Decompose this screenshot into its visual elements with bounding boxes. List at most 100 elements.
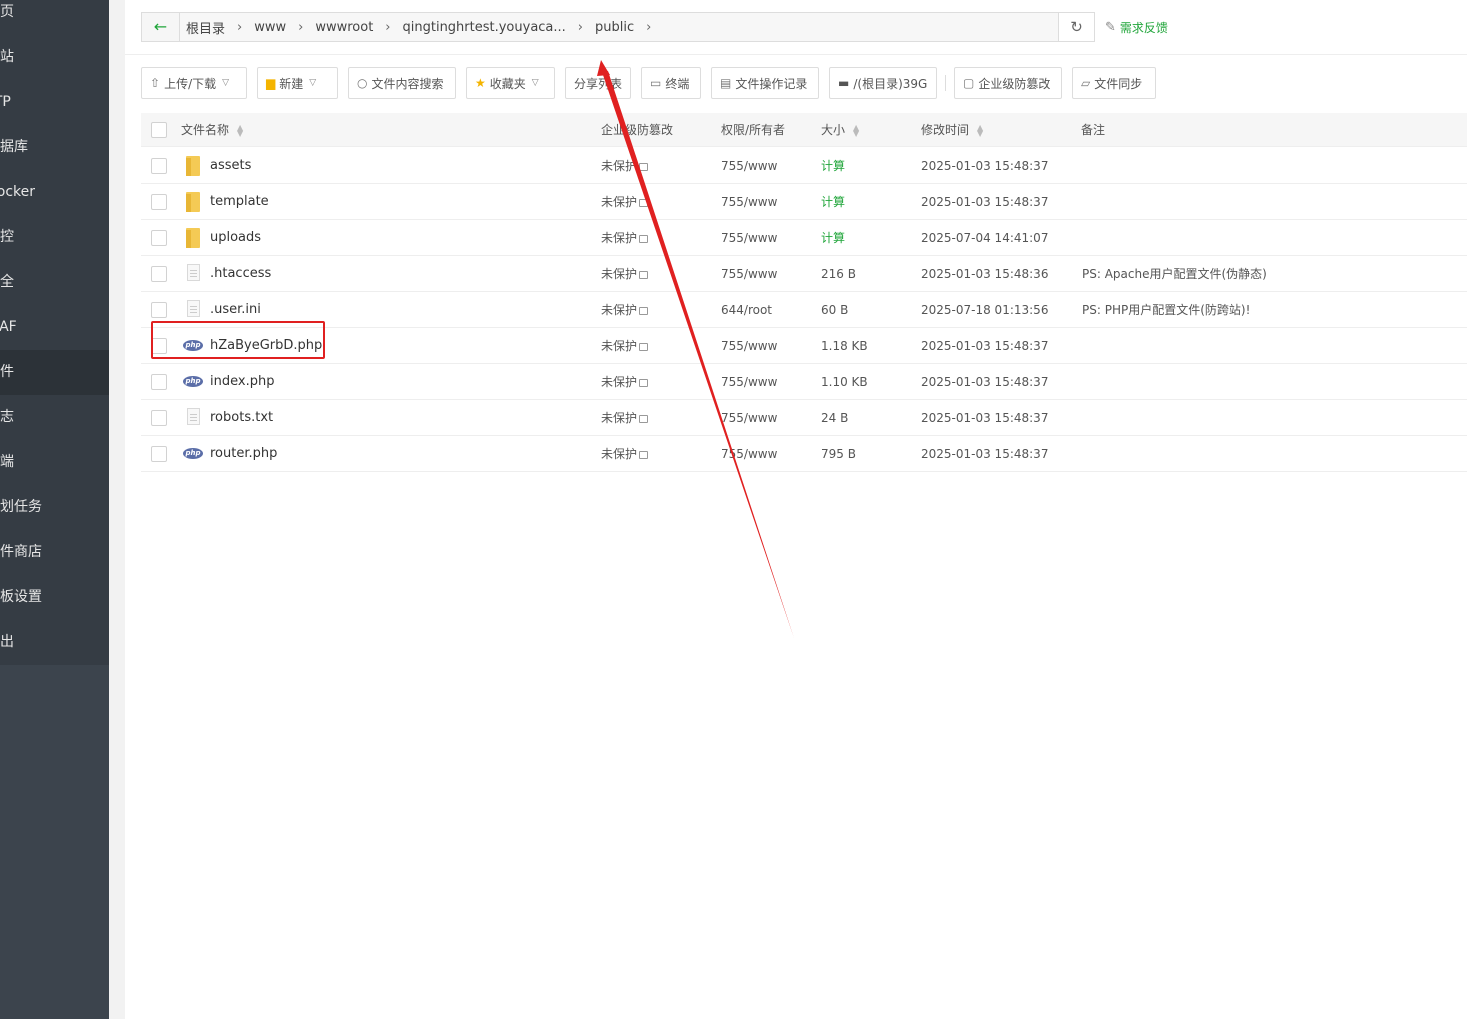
row-checkbox[interactable] <box>151 302 167 318</box>
table-row[interactable]: robots.txt 未保护 755/www 24 B 2025-01-03 15:48… <box>141 400 1467 436</box>
table-row[interactable]: uploads 未保护 755/www 计算 2025-07-04 14:41:07 <box>141 220 1467 256</box>
select-all-checkbox[interactable] <box>151 122 167 138</box>
permission-owner[interactable]: 755/www <box>721 256 777 292</box>
chevron-right-icon: › <box>237 19 243 35</box>
sidebar-item[interactable]: 文件 <box>0 350 109 395</box>
lock-icon[interactable] <box>639 415 649 423</box>
sidebar-item[interactable]: 首页 <box>0 0 109 35</box>
sort-icon[interactable]: ▲ ▼ <box>977 123 983 137</box>
tamper-status[interactable]: 未保护 <box>601 400 649 436</box>
sidebar-item[interactable]: 软件商店 <box>0 530 109 575</box>
tamper-status[interactable]: 未保护 <box>601 220 649 256</box>
new-button[interactable]: ▆ 新建 ▽ <box>257 67 338 99</box>
table-row[interactable]: .htaccess 未保护 755/www 216 B 2025-01-03 15:48… <box>141 256 1467 292</box>
sidebar-item[interactable]: 退出 <box>0 620 109 665</box>
tamper-status[interactable]: 未保护 <box>601 256 649 292</box>
disk-button[interactable]: ▬/(根目录)39G <box>829 67 937 99</box>
lock-icon[interactable] <box>639 163 649 171</box>
breadcrumb-item[interactable]: www › <box>248 13 309 41</box>
file-name[interactable]: template <box>210 184 269 220</box>
terminal-button[interactable]: ▭ 终端 <box>641 67 701 99</box>
lock-icon[interactable] <box>639 379 649 387</box>
tamper-status[interactable]: 未保护 <box>601 328 649 364</box>
sidebar-item[interactable]: 日志 <box>0 395 109 440</box>
sidebar-item[interactable]: 面板设置 <box>0 575 109 620</box>
feedback-link[interactable]: ✎ 需求反馈 <box>1105 19 1168 36</box>
permission-owner[interactable]: 755/www <box>721 148 777 184</box>
row-checkbox[interactable] <box>151 266 167 282</box>
breadcrumb-item[interactable]: qingtinghrtest.youyaca... › <box>397 13 590 41</box>
sidebar-item[interactable]: 网站 <box>0 35 109 80</box>
column-size[interactable]: 大小 ▲ ▼ <box>821 113 859 147</box>
file-name[interactable]: .htaccess <box>210 256 271 292</box>
file-size[interactable]: 计算 <box>821 148 845 184</box>
file-size[interactable]: 计算 <box>821 184 845 220</box>
permission-owner[interactable]: 644/root <box>721 292 772 328</box>
favorites-button[interactable]: ★ 收藏夹 ▽ <box>466 67 555 99</box>
file-name[interactable]: index.php <box>210 364 274 400</box>
lock-icon[interactable] <box>639 235 649 243</box>
sidebar-item[interactable]: FTP <box>0 80 109 125</box>
breadcrumb-item[interactable]: public › <box>589 13 657 41</box>
row-checkbox[interactable] <box>151 410 167 426</box>
tamper-status[interactable]: 未保护 <box>601 184 649 220</box>
lock-icon[interactable] <box>639 343 649 351</box>
row-checkbox[interactable] <box>151 230 167 246</box>
tamper-protection-button[interactable]: ▢ 企业级防篡改 <box>954 67 1062 99</box>
upload-download-button[interactable]: ⇧ 上传/下载 ▽ <box>141 67 247 99</box>
table-row[interactable]: php index.php 未保护 755/www 1.10 KB 2025-01-03 … <box>141 364 1467 400</box>
tamper-status[interactable]: 未保护 <box>601 148 649 184</box>
terminal-icon: ▭ <box>650 76 662 90</box>
arrow-left-icon[interactable]: ← <box>142 13 180 41</box>
breadcrumb-item[interactable]: 根目录 › <box>180 13 248 41</box>
table-row[interactable]: .user.ini 未保护 644/root 60 B 2025-07-18 01:13… <box>141 292 1467 328</box>
sidebar-item[interactable]: 监控 <box>0 215 109 260</box>
sidebar-menu: 首页网站FTP数据库Docker监控安全WAF文件日志终端计划任务软件商店面板设… <box>0 0 109 665</box>
lock-icon[interactable] <box>639 307 649 315</box>
file-sync-button[interactable]: ▱ 文件同步 <box>1072 67 1156 99</box>
column-name[interactable]: 文件名称 ▲ ▼ <box>181 113 243 147</box>
sidebar-item[interactable]: 数据库 <box>0 125 109 170</box>
share-list-button[interactable]: 分享列表 <box>565 67 631 99</box>
table-row[interactable]: php hZaByeGrbD.php 未保护 755/www 1.18 KB 2025-0… <box>141 328 1467 364</box>
table-row[interactable]: php router.php 未保护 755/www 795 B 2025-01-03 1… <box>141 436 1467 472</box>
tamper-status[interactable]: 未保护 <box>601 436 649 472</box>
share-list-label: 分享列表 <box>574 76 623 91</box>
file-name[interactable]: robots.txt <box>210 400 273 436</box>
permission-owner[interactable]: 755/www <box>721 436 777 472</box>
column-mtime[interactable]: 修改时间 ▲ ▼ <box>921 113 983 147</box>
row-checkbox[interactable] <box>151 446 167 462</box>
lock-icon[interactable] <box>639 199 649 207</box>
sidebar-item[interactable]: WAF <box>0 305 109 350</box>
modified-time-text: 2025-07-04 14:41:07 <box>921 231 1049 245</box>
lock-icon[interactable] <box>639 451 649 459</box>
sidebar-item[interactable]: 终端 <box>0 440 109 485</box>
permission-owner[interactable]: 755/www <box>721 184 777 220</box>
sidebar-item[interactable]: 计划任务 <box>0 485 109 530</box>
table-row[interactable]: template 未保护 755/www 计算 2025-01-03 15:48:37 <box>141 184 1467 220</box>
permission-owner[interactable]: 755/www <box>721 328 777 364</box>
content-search-button[interactable]: ○ 文件内容搜索 <box>348 67 456 99</box>
sidebar-item[interactable]: 安全 <box>0 260 109 305</box>
breadcrumb[interactable]: 根目录 › www › wwwroot › qingtinghrtest.youyaca..… <box>180 13 1058 41</box>
file-name[interactable]: assets <box>210 148 251 184</box>
permission-owner[interactable]: 755/www <box>721 220 777 256</box>
row-checkbox[interactable] <box>151 194 167 210</box>
permission-owner[interactable]: 755/www <box>721 364 777 400</box>
operation-log-button[interactable]: ▤ 文件操作记录 <box>711 67 819 99</box>
tamper-status[interactable]: 未保护 <box>601 292 649 328</box>
permission-owner[interactable]: 755/www <box>721 400 777 436</box>
row-checkbox[interactable] <box>151 374 167 390</box>
tamper-status[interactable]: 未保护 <box>601 364 649 400</box>
row-checkbox[interactable] <box>151 158 167 174</box>
file-name[interactable]: router.php <box>210 436 277 472</box>
refresh-icon[interactable]: ↻ <box>1058 13 1094 41</box>
file-name[interactable]: uploads <box>210 220 261 256</box>
breadcrumb-item[interactable]: wwwroot › <box>309 13 396 41</box>
file-size[interactable]: 计算 <box>821 220 845 256</box>
lock-icon[interactable] <box>639 271 649 279</box>
sort-icon[interactable]: ▲ ▼ <box>237 123 243 137</box>
sidebar-item[interactable]: Docker <box>0 170 109 215</box>
table-row[interactable]: assets 未保护 755/www 计算 2025-01-03 15:48:37 <box>141 148 1467 184</box>
sort-icon[interactable]: ▲ ▼ <box>853 123 859 137</box>
